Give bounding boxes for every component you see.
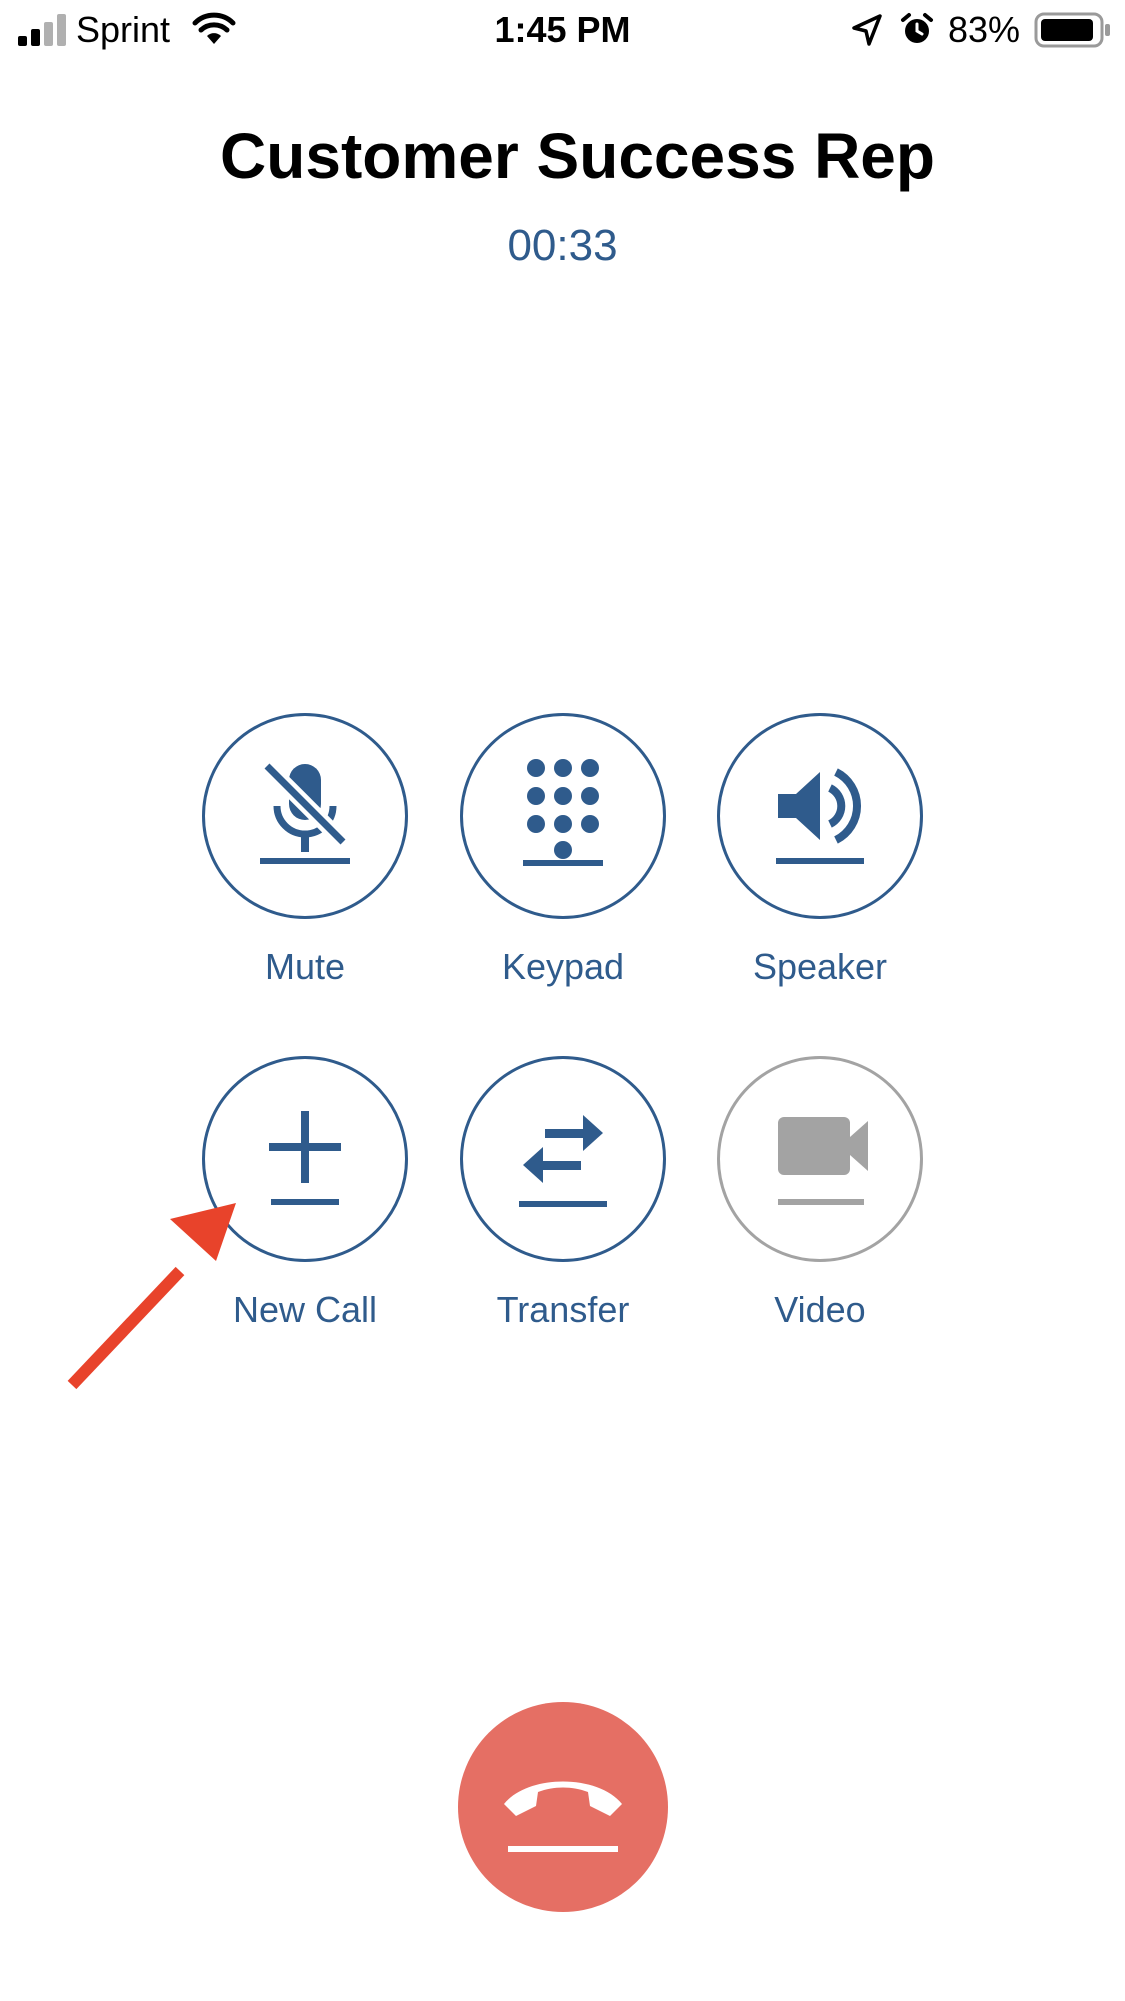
keypad-icon xyxy=(523,759,603,866)
mute-label: Mute xyxy=(264,946,346,987)
annotation-arrow-icon xyxy=(67,1203,236,1390)
end-call-button[interactable] xyxy=(458,1702,668,1912)
caller-name: Customer Success Rep xyxy=(220,120,935,192)
speaker-icon xyxy=(776,768,864,864)
transfer-button[interactable]: Transfer xyxy=(433,1056,693,1334)
transfer-circle[interactable] xyxy=(460,1056,666,1262)
video-button[interactable]: Video xyxy=(690,1056,950,1334)
status-bar: Sprint 1:45 PM 83% xyxy=(0,0,1125,64)
mute-button[interactable]: Mute xyxy=(175,713,435,991)
keypad-label: Keypad xyxy=(501,946,625,987)
mute-microphone-icon xyxy=(260,760,350,864)
call-duration: 00:33 xyxy=(507,221,618,270)
battery-percent: 83% xyxy=(948,9,1021,50)
battery-icon xyxy=(1034,12,1110,48)
keypad-circle[interactable] xyxy=(460,713,666,919)
plus-icon xyxy=(269,1111,341,1205)
video-circle[interactable] xyxy=(717,1056,923,1262)
speaker-label: Speaker xyxy=(752,946,888,987)
video-label: Video xyxy=(774,1289,866,1330)
video-camera-icon xyxy=(778,1117,868,1205)
hang-up-icon xyxy=(504,1781,622,1852)
mute-circle[interactable] xyxy=(202,713,408,919)
location-arrow-icon xyxy=(852,14,882,46)
speaker-circle[interactable] xyxy=(717,713,923,919)
keypad-button[interactable]: Keypad xyxy=(433,713,693,991)
transfer-label: Transfer xyxy=(496,1289,630,1330)
transfer-arrows-icon xyxy=(519,1115,607,1207)
speaker-button[interactable]: Speaker xyxy=(690,713,950,991)
alarm-clock-icon xyxy=(901,13,933,43)
